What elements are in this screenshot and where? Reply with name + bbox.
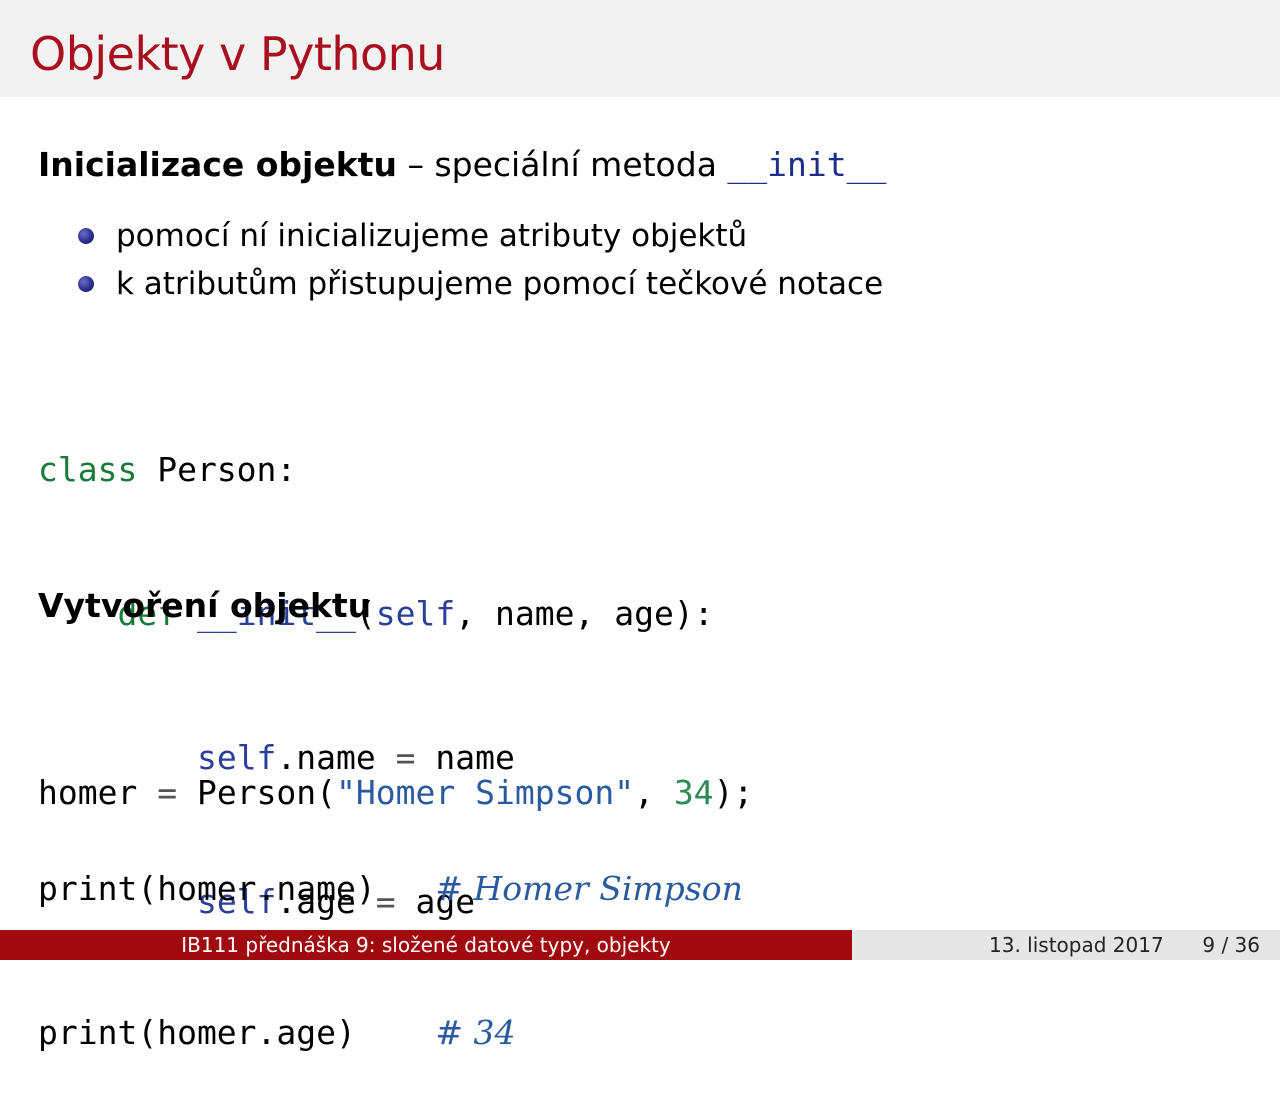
title-bar: Objekty v Pythonu bbox=[0, 0, 1280, 97]
footer-lecture: IB111 přednáška 9: složené datové typy, … bbox=[0, 930, 852, 960]
bullet-text: pomocí ní inicializujeme atributy objekt… bbox=[116, 218, 748, 254]
bullet-item: k atributům přistupujeme pomocí tečkové … bbox=[76, 260, 883, 308]
bullet-text: k atributům přistupujeme pomocí tečkové … bbox=[116, 266, 884, 302]
code-text: print(homer.age) bbox=[38, 1013, 436, 1052]
heading-bold: Vytvoření objektu bbox=[38, 586, 372, 625]
code-line: print(homer.age) # 34 bbox=[38, 1009, 743, 1057]
code-self: self bbox=[375, 594, 456, 633]
heading-text: – speciální metoda bbox=[396, 145, 728, 184]
bullet-icon bbox=[78, 228, 94, 244]
bullet-item: pomocí ní inicializujeme atributy objekt… bbox=[76, 212, 883, 260]
heading-bold: Inicializace objektu bbox=[38, 145, 397, 184]
slide-title: Objekty v Pythonu bbox=[30, 27, 445, 81]
section-heading-init: Inicializace objektu – speciální metoda … bbox=[38, 143, 886, 187]
code-line: class Person: bbox=[38, 446, 714, 494]
footer-info: 13. listopad 2017 9 / 36 bbox=[852, 930, 1280, 960]
heading-code: __init__ bbox=[727, 145, 887, 184]
code-text: print(homer.name) bbox=[38, 869, 436, 908]
bullet-icon bbox=[78, 276, 94, 292]
code-text: , name, age): bbox=[455, 594, 714, 633]
footer-bar: IB111 přednáška 9: složené datové typy, … bbox=[0, 930, 1280, 960]
code-text: Person: bbox=[137, 450, 297, 489]
code-comment: # Homer Simpson bbox=[435, 869, 743, 908]
code-keyword: class bbox=[38, 450, 138, 489]
footer-page-number: 9 / 36 bbox=[1202, 933, 1260, 957]
section-heading-create: Vytvoření objektu bbox=[38, 584, 371, 628]
bullet-list: pomocí ní inicializujeme atributy objekt… bbox=[76, 212, 883, 308]
code-line: print(homer.name) # Homer Simpson bbox=[38, 865, 743, 913]
code-comment: # 34 bbox=[435, 1013, 516, 1052]
footer-date: 13. listopad 2017 bbox=[989, 933, 1164, 957]
